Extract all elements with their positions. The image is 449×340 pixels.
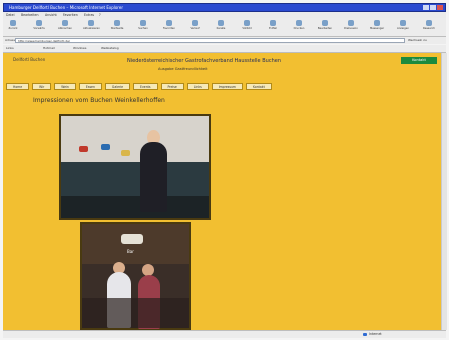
nav-wein[interactable]: Wein <box>54 83 76 90</box>
discussion-icon <box>348 20 354 26</box>
site-logo-text[interactable]: Dellfortl Buchen <box>13 57 45 62</box>
toolbar-forward-button[interactable]: Vorwärts <box>31 20 47 33</box>
link-hotmail[interactable]: Hotmail <box>43 46 55 50</box>
nav-wir[interactable]: Wir <box>32 83 52 90</box>
window-title: Hamburger Dellfortl Buchen – Microsoft I… <box>9 5 123 10</box>
links-bar: Links Hotmail Windows Webkatalog <box>3 45 446 53</box>
back-arrow-icon <box>10 20 16 26</box>
nav-galerie[interactable]: Galerie <box>104 83 131 90</box>
toolbar-edit-button[interactable]: Bearbeiten <box>317 20 333 33</box>
toolbar-refresh-button[interactable]: Aktualisieren <box>83 20 100 33</box>
internet-zone-icon <box>363 333 367 336</box>
photo-sign-text: Bar <box>127 249 134 254</box>
gallery-photo-bar[interactable] <box>59 114 211 220</box>
nav-events[interactable]: Events <box>133 83 158 90</box>
fullscreen-icon <box>244 20 250 26</box>
web-page: Dellfortl Buchen Niederösterreichischer … <box>3 53 446 330</box>
browser-window: Hamburger Dellfortl Buchen – Microsoft I… <box>0 0 449 340</box>
menu-item-extras[interactable]: Extras <box>84 13 94 17</box>
toolbar-mail-button[interactable]: E-Mail <box>265 20 281 33</box>
nav-preise[interactable]: Preise <box>160 83 184 90</box>
toolbar-stop-button[interactable]: Abbrechen <box>57 20 73 33</box>
toolbar-print-button[interactable]: Drucken <box>291 20 307 33</box>
site-subtitle: Ausgabe Gastfreundlichkeit <box>158 67 208 71</box>
minimize-button[interactable] <box>423 5 429 10</box>
address-input[interactable]: http://www.hamburger-dellfortl.de/ <box>15 38 405 43</box>
stop-icon <box>62 20 68 26</box>
star-icon <box>166 20 172 26</box>
window-controls <box>423 5 443 10</box>
maximize-button[interactable] <box>430 5 436 10</box>
site-nav: Home Wir Wein Essen Galerie Events Preis… <box>6 83 326 91</box>
address-bar: Adresse http://www.hamburger-dellfortl.d… <box>3 37 446 44</box>
status-bar: Internet <box>3 330 446 338</box>
nav-essen[interactable]: Essen <box>78 83 102 90</box>
messenger-icon <box>374 20 380 26</box>
toolbar-channels-button[interactable]: Kanäle <box>213 20 229 33</box>
search-icon <box>140 20 146 26</box>
home-icon <box>114 20 120 26</box>
edit-icon <box>322 20 328 26</box>
vertical-scrollbar[interactable] <box>441 53 447 330</box>
toolbar-back-button[interactable]: Zurück <box>5 20 21 33</box>
mail-icon <box>270 20 276 26</box>
status-zone: Internet <box>369 332 382 336</box>
forward-arrow-icon <box>36 20 42 26</box>
go-button[interactable]: Wechseln zu <box>408 38 444 43</box>
toolbar-search-button[interactable]: Suchen <box>135 20 151 33</box>
toolbar-fullscreen-button[interactable]: Vollbild <box>239 20 255 33</box>
toolbar-home-button[interactable]: Startseite <box>109 20 125 33</box>
menu-item-view[interactable]: Ansicht <box>45 13 57 17</box>
window-titlebar: Hamburger Dellfortl Buchen – Microsoft I… <box>3 3 446 12</box>
link-windows[interactable]: Windows <box>73 46 86 50</box>
nav-kontakt[interactable]: Kontakt <box>245 83 272 90</box>
toolbar-messenger-button[interactable]: Messenger <box>369 20 385 33</box>
toolbar-history-button[interactable]: Verlauf <box>187 20 203 33</box>
research-icon <box>426 20 432 26</box>
toolbar-discussion-button[interactable]: Diskussion <box>343 20 359 33</box>
page-heading: Impressionen vom Buchen Weinkellerhoffen <box>33 97 165 104</box>
refresh-icon <box>88 20 94 26</box>
gallery-photo-guests[interactable]: Bar <box>80 222 191 330</box>
print-icon <box>296 20 302 26</box>
close-button[interactable] <box>437 5 443 10</box>
channels-icon <box>218 20 224 26</box>
history-icon <box>192 20 198 26</box>
nav-home[interactable]: Home <box>6 83 30 90</box>
contact-badge[interactable]: Kontakt <box>401 57 437 64</box>
menu-item-file[interactable]: Datei <box>6 13 15 17</box>
browser-toolbar: Zurück Vorwärts Abbrechen Aktualisieren … <box>3 18 446 37</box>
toolbar-view-button[interactable]: Anzeigen <box>395 20 411 33</box>
nav-impressum[interactable]: Impressum <box>211 83 243 90</box>
toolbar-research-button[interactable]: Research <box>421 20 437 33</box>
menu-item-favorites[interactable]: Favoriten <box>63 13 78 17</box>
view-icon <box>400 20 406 26</box>
site-title: Niederösterreichischer Gastrofachverband… <box>127 58 281 64</box>
nav-links[interactable]: Links <box>186 83 209 90</box>
toolbar-favorites-button[interactable]: Favoriten <box>161 20 177 33</box>
menu-item-edit[interactable]: Bearbeiten <box>21 13 39 17</box>
menu-item-help[interactable]: ? <box>99 13 101 17</box>
link-webkatalog[interactable]: Webkatalog <box>101 46 119 50</box>
links-label: Links <box>6 46 14 50</box>
